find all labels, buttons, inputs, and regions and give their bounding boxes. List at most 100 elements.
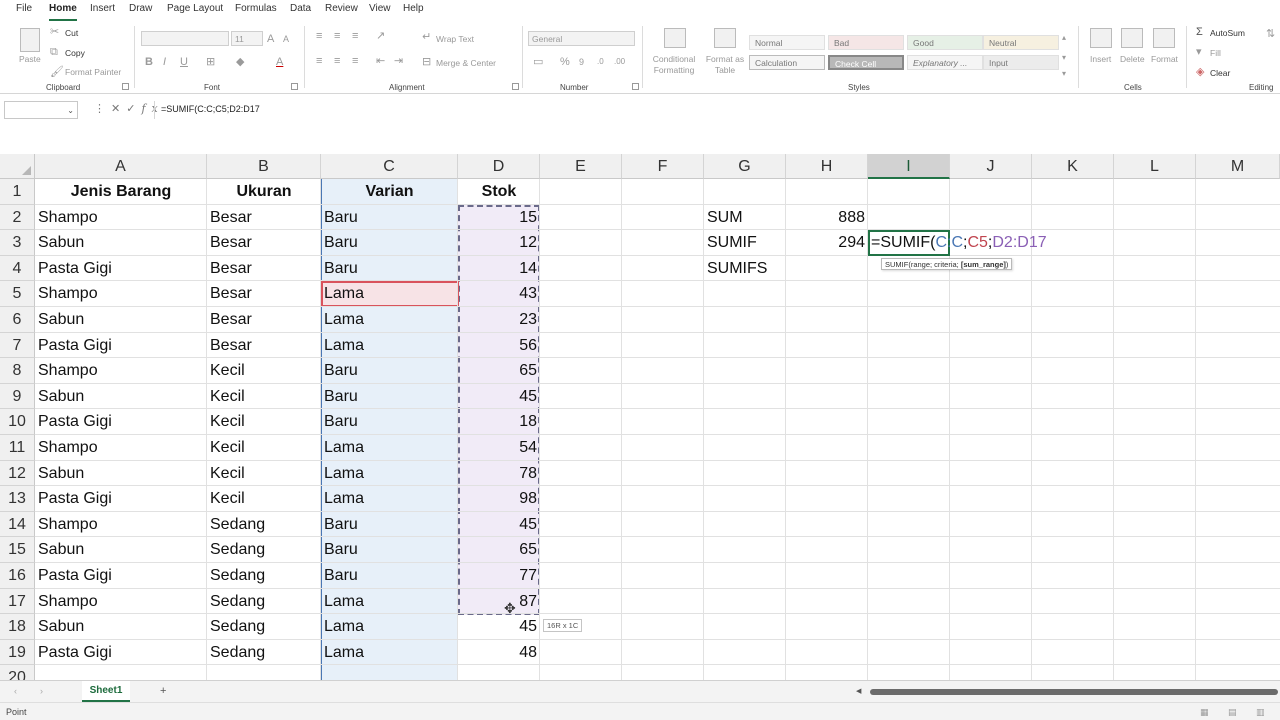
cell-a8[interactable]: Shampo [35, 358, 207, 383]
cell-d14[interactable]: 45 [458, 512, 540, 537]
cell-a2[interactable]: Shampo [35, 205, 207, 230]
sheet-tab-sheet1[interactable]: Sheet1 [82, 681, 130, 702]
decrease-indent-icon[interactable]: ⇤ [376, 55, 385, 67]
cell-c8[interactable]: Baru [321, 358, 458, 383]
cell-b2[interactable]: Besar [207, 205, 321, 230]
menu-formulas[interactable]: Formulas [235, 3, 277, 14]
cell-c15[interactable]: Baru [321, 537, 458, 562]
cell-d11[interactable]: 54 [458, 435, 540, 460]
cell-d16[interactable]: 77 [458, 563, 540, 588]
cell-d10[interactable]: 18 [458, 409, 540, 434]
style-good[interactable]: Good [907, 35, 983, 50]
cell-a16[interactable]: Pasta Gigi [35, 563, 207, 588]
cell-a12[interactable]: Sabun [35, 461, 207, 486]
orientation-icon[interactable]: ↗ [376, 30, 385, 42]
cell-a17[interactable]: Shampo [35, 589, 207, 614]
row-header-14[interactable]: 14 [0, 511, 35, 538]
row-header-17[interactable]: 17 [0, 588, 35, 615]
menu-view[interactable]: View [369, 3, 391, 14]
accounting-format-icon[interactable]: ▭ [533, 56, 543, 68]
scroll-left-icon[interactable]: ◀ [856, 686, 861, 698]
cell-d9[interactable]: 45 [458, 384, 540, 409]
insert-cells-button[interactable]: Insert [1090, 54, 1111, 64]
cell-c18[interactable]: Lama [321, 614, 458, 639]
align-bottom-icon[interactable]: ≡ [352, 30, 358, 42]
column-header-a[interactable]: A [35, 154, 207, 179]
clipboard-launcher-icon[interactable] [122, 83, 129, 90]
row-header-6[interactable]: 6 [0, 307, 35, 333]
cell-a13[interactable]: Pasta Gigi [35, 486, 207, 511]
confirm-formula-icon[interactable]: ✓ [126, 103, 141, 115]
row-header-9[interactable]: 9 [0, 383, 35, 410]
decrease-decimal-icon[interactable]: .00 [614, 56, 625, 68]
italic-icon[interactable]: I [163, 56, 166, 68]
menu-draw[interactable]: Draw [129, 3, 152, 14]
cell-d2[interactable]: 15 [458, 205, 540, 230]
prev-sheet-icon[interactable]: ‹ [14, 685, 17, 697]
cell-c10[interactable]: Baru [321, 409, 458, 434]
formula-input[interactable]: =SUMIF(C:C;C5;D2:D17 [154, 101, 1280, 119]
summary-label-sumif[interactable]: SUMIF [704, 230, 786, 255]
cell-c9[interactable]: Baru [321, 384, 458, 409]
cell-d15[interactable]: 65 [458, 537, 540, 562]
row-header-5[interactable]: 5 [0, 281, 35, 307]
format-cells-button[interactable]: Format [1151, 54, 1178, 64]
cell-c12[interactable]: Lama [321, 461, 458, 486]
cell-b11[interactable]: Kecil [207, 435, 321, 460]
cell-b12[interactable]: Kecil [207, 461, 321, 486]
font-launcher-icon[interactable] [291, 83, 298, 90]
cell-d17[interactable]: 87 [458, 589, 540, 614]
row-header-1[interactable]: 1 [0, 179, 35, 205]
page-break-view-icon[interactable]: ▥ [1256, 706, 1265, 718]
bold-icon[interactable]: B [145, 56, 153, 68]
comma-style-icon[interactable]: 9 [579, 56, 584, 68]
conditional-formatting-button[interactable]: Conditional Formatting [648, 54, 700, 76]
cell-a9[interactable]: Sabun [35, 384, 207, 409]
borders-icon[interactable]: ⊞ [206, 56, 215, 68]
summary-label-sumifs[interactable]: SUMIFS [704, 256, 786, 281]
column-header-k[interactable]: K [1032, 154, 1114, 179]
row-header-7[interactable]: 7 [0, 332, 35, 359]
summary-label-sum[interactable]: SUM [704, 205, 786, 230]
autosum-button[interactable]: AutoSum [1210, 28, 1245, 38]
style-normal[interactable]: Normal [749, 35, 825, 50]
cell-d3[interactable]: 12 [458, 230, 540, 255]
insert-cells-icon[interactable] [1090, 28, 1112, 48]
conditional-formatting-icon[interactable] [664, 28, 686, 48]
cell-c7[interactable]: Lama [321, 333, 458, 358]
header-cell-c[interactable]: Varian [321, 179, 458, 204]
paste-button[interactable]: Paste [19, 54, 41, 64]
cell-a15[interactable]: Sabun [35, 537, 207, 562]
cell-c4[interactable]: Baru [321, 256, 458, 281]
merge-center-button[interactable]: Merge & Center [436, 58, 496, 68]
cell-c5[interactable]: Lama [321, 281, 458, 306]
decrease-font-icon[interactable]: A [283, 33, 289, 45]
row-header-19[interactable]: 19 [0, 639, 35, 666]
align-left-icon[interactable]: ≡ [316, 55, 322, 67]
number-launcher-icon[interactable] [632, 83, 639, 90]
column-header-e[interactable]: E [540, 154, 622, 179]
alignment-launcher-icon[interactable] [512, 83, 519, 90]
column-header-j[interactable]: J [950, 154, 1032, 179]
cancel-formula-icon[interactable]: ✕ [111, 103, 126, 115]
summary-value-sumif[interactable]: 294 [786, 230, 868, 255]
paste-icon[interactable] [20, 28, 40, 52]
percent-icon[interactable]: % [560, 56, 570, 68]
cell-c17[interactable]: Lama [321, 589, 458, 614]
column-header-m[interactable]: M [1196, 154, 1280, 179]
row-header-18[interactable]: 18 [0, 614, 35, 640]
column-header-b[interactable]: B [207, 154, 321, 179]
cell-c14[interactable]: Baru [321, 512, 458, 537]
delete-cells-button[interactable]: Delete [1120, 54, 1145, 64]
format-as-table-icon[interactable] [714, 28, 736, 48]
format-cells-icon[interactable] [1153, 28, 1175, 48]
header-cell-b[interactable]: Ukuran [207, 179, 321, 204]
styles-more-icon[interactable]: ▾ [1062, 68, 1066, 80]
cell-b6[interactable]: Besar [207, 307, 321, 332]
cell-c2[interactable]: Baru [321, 205, 458, 230]
format-painter-button[interactable]: Format Painter [65, 67, 121, 77]
cell-a10[interactable]: Pasta Gigi [35, 409, 207, 434]
column-header-h[interactable]: H [786, 154, 868, 179]
row-header-20[interactable]: 20 [0, 665, 35, 680]
cell-b16[interactable]: Sedang [207, 563, 321, 588]
